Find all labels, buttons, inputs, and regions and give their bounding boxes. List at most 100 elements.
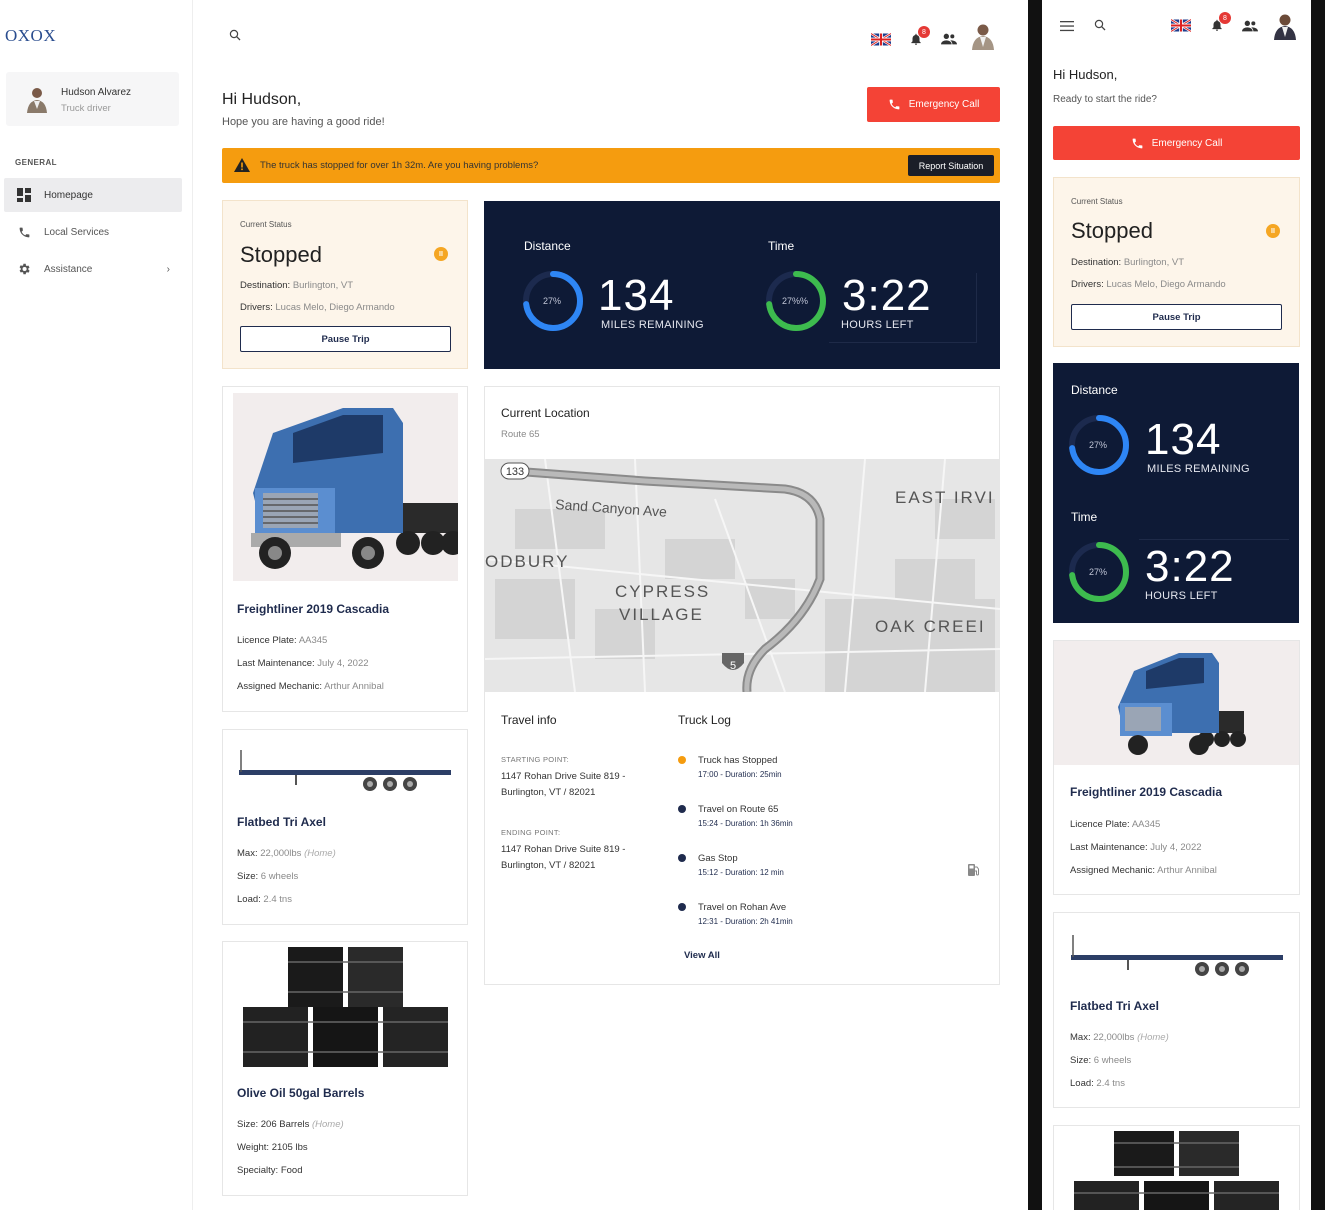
mobile-metrics-card: Distance 27% 134 MILES REMAINING Time 27… [1053,363,1299,623]
phone-icon [889,99,900,110]
hamburger-menu-icon[interactable] [1060,20,1074,32]
distance-value: 134 [1145,415,1222,464]
log-entry-sub: 15:24 - Duration: 1h 36min [698,819,793,828]
sidebar-item-homepage[interactable]: Homepage [4,178,182,212]
sidebar-item-local-services[interactable]: Local Services [4,215,182,249]
map-label-east: EAST IRVI [895,488,995,507]
avatar [24,85,50,113]
cargo-size: Size: 206 Barrels (Home) [237,1119,344,1130]
trailer-load: Load: 2.4 tns [1070,1078,1125,1089]
map-label-village1: CYPRESS [615,582,710,601]
search-icon[interactable] [229,29,241,41]
app-logo[interactable]: OXOX [5,26,56,46]
barrels-image [1074,1131,1279,1210]
status-drivers: Drivers: Lucas Melo, Diego Armando [1071,279,1226,290]
trailer-title: Flatbed Tri Axel [237,815,326,829]
truck-card[interactable]: Freightliner 2019 Cascadia Licence Plate… [222,386,468,712]
dashboard-icon [4,188,44,202]
header-actions: 8 [871,22,996,50]
search-icon[interactable] [1094,19,1106,31]
truck-title: Freightliner 2019 Cascadia [1070,785,1223,799]
status-card: Current Status Stopped II Destination: B… [222,200,468,369]
truck-plate: Licence Plate: AA345 [1070,819,1161,830]
log-entry-title: Travel on Route 65 [698,804,779,815]
metrics-card: Distance 27% 134 MILES REMAINING Time 27… [484,201,1000,369]
time-value: 3:22 [1145,542,1235,591]
users-icon[interactable] [1242,19,1258,33]
trailer-size: Size: 6 wheels [1070,1055,1132,1066]
mobile-greeting-subtitle: Ready to start the ride? [1053,94,1157,105]
distance-unit: MILES REMAINING [601,319,704,331]
cargo-card[interactable]: Olive Oil 50gal Barrels Size: 206 Barrel… [222,941,468,1196]
distance-percent: 27% [1089,440,1108,450]
emergency-call-button[interactable]: Emergency Call [867,87,1000,122]
trailer-image [239,750,451,791]
user-card[interactable]: Hudson Alvarez Truck driver [6,72,179,126]
notification-bell[interactable]: 8 [1210,12,1231,32]
cargo-specialty: Specialty: Food [237,1165,303,1176]
greeting-subtitle: Hope you are having a good ride! [222,116,385,128]
time-unit: HOURS LEFT [1145,590,1218,602]
sidebar-item-label: Local Services [44,226,110,238]
route-map[interactable]: 133 5 Sand Canyon Ave EAST IRVI ODBURY C… [485,459,1000,692]
cargo-weight: Weight: 2105 lbs [237,1142,308,1153]
cargo-title: Olive Oil 50gal Barrels [237,1086,365,1100]
truck-log-title: Truck Log [678,713,731,727]
pause-indicator-icon: II [434,247,448,261]
uk-flag-icon[interactable] [871,32,891,46]
sidebar-item-label: Homepage [44,189,93,201]
users-icon[interactable] [941,32,957,46]
sidebar-item-assistance[interactable]: Assistance › [4,252,182,286]
phone-icon [1132,138,1143,148]
map-label-oak: OAK CREEI [875,617,986,636]
map-shield-5: 5 [730,660,736,672]
truck-maintenance: Last Maintenance: July 4, 2022 [237,658,369,669]
gear-icon [4,262,44,276]
notification-badge: 8 [1219,12,1231,24]
time-percent: 27%% [782,296,809,306]
sidebar-item-label: Assistance [44,263,93,275]
pause-trip-button[interactable]: Pause Trip [1071,304,1282,330]
log-dot [678,854,686,862]
profile-avatar[interactable] [1271,12,1299,40]
starting-point-label: STARTING POINT: [501,755,569,764]
log-dot [678,903,686,911]
profile-avatar[interactable] [970,22,996,50]
mobile-emergency-call-button[interactable]: Emergency Call [1053,126,1300,160]
starting-point-address: 1147 Rohan Drive Suite 819 - Burlington, … [501,771,626,798]
map-canvas: 133 5 Sand Canyon Ave EAST IRVI ODBURY C… [485,459,1000,692]
mobile-truck-card[interactable]: Freightliner 2019 Cascadia Licence Plate… [1053,640,1300,895]
view-all-link[interactable]: View All [684,950,720,961]
status-value: Stopped [1071,218,1153,243]
log-entry-sub: 15:12 - Duration: 12 min [698,868,784,877]
trailer-card[interactable]: Flatbed Tri Axel Max: 22,000lbs (Home) S… [222,729,468,925]
time-divider [1139,539,1289,540]
travel-info-title: Travel info [501,713,557,727]
trailer-max: Max: 22,000lbs (Home) [237,848,336,859]
user-role: Truck driver [61,103,111,114]
mobile-status-card: Current Status Stopped II Destination: B… [1053,177,1300,347]
mobile-trailer-card[interactable]: Flatbed Tri Axel Max: 22,000lbs (Home) S… [1053,912,1300,1108]
log-entry-title: Travel on Rohan Ave [698,902,787,913]
uk-flag-icon[interactable] [1171,19,1191,32]
status-caption: Current Status [1071,197,1123,206]
log-entry-title: Truck has Stopped [698,755,778,766]
distance-label: Distance [524,239,571,253]
log-dot [678,805,686,813]
mobile-view: 8 Hi Hudson, Ready to start the ride? Em… [1042,0,1311,1210]
mobile-greeting-title: Hi Hudson, [1053,67,1118,82]
report-situation-button[interactable]: Report Situation [908,155,994,176]
truck-plate: Licence Plate: AA345 [237,635,328,646]
log-entry-sub: 17:00 - Duration: 25min [698,770,782,779]
trailer-size: Size: 6 wheels [237,871,299,882]
pause-trip-button[interactable]: Pause Trip [240,326,451,352]
gas-pump-icon [968,864,979,876]
alert-banner: The truck has stopped for over 1h 32m. A… [222,148,1000,183]
pause-indicator-icon: II [1266,224,1280,238]
warning-icon [234,158,250,172]
notification-bell[interactable]: 8 [909,26,930,46]
distance-value: 134 [598,271,675,320]
trailer-title: Flatbed Tri Axel [1070,999,1159,1013]
mobile-cargo-card[interactable] [1053,1125,1300,1210]
status-drivers: Drivers: Lucas Melo, Diego Armando [240,302,395,313]
